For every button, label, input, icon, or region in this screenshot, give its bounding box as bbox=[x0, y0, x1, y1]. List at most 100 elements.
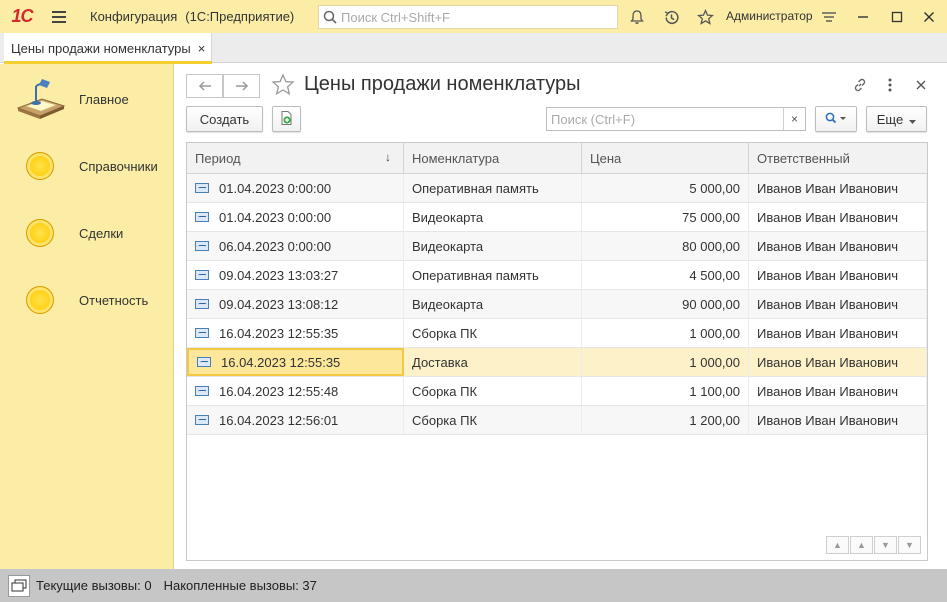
table-row[interactable]: 16.04.2023 12:55:48 Сборка ПК 1 100,00 Иван… bbox=[187, 377, 927, 406]
link-icon[interactable] bbox=[849, 74, 871, 96]
add-to-favorites-icon[interactable] bbox=[271, 73, 295, 103]
scroll-down-icon[interactable]: ▼ bbox=[874, 536, 897, 554]
form-close-icon[interactable] bbox=[910, 74, 932, 96]
section-catalogs[interactable]: Справочники bbox=[0, 141, 174, 191]
prices-table[interactable]: Период ↓ Номенклатура Цена Ответственный… bbox=[186, 142, 928, 561]
cell-period[interactable]: 01.04.2023 0:00:00 bbox=[187, 203, 404, 231]
scroll-to-top-icon[interactable]: ▲ bbox=[826, 536, 849, 554]
cell-item[interactable]: Доставка bbox=[404, 348, 582, 376]
record-icon bbox=[195, 241, 209, 251]
cell-price[interactable]: 4 500,00 bbox=[582, 261, 749, 289]
cell-item[interactable]: Сборка ПК bbox=[404, 319, 582, 347]
cell-price[interactable]: 1 000,00 bbox=[582, 319, 749, 347]
settings-icon[interactable] bbox=[818, 6, 840, 28]
cell-item[interactable]: Сборка ПК bbox=[404, 406, 582, 434]
table-row[interactable]: 16.04.2023 12:55:35 Сборка ПК 1 000,00 Иван… bbox=[187, 319, 927, 348]
create-button[interactable]: Создать bbox=[186, 106, 263, 132]
user-name[interactable]: Администратор bbox=[726, 9, 813, 23]
calls-monitor-icon[interactable] bbox=[8, 574, 30, 597]
maximize-icon[interactable] bbox=[886, 6, 908, 28]
cell-text: 80 000,00 bbox=[682, 238, 740, 254]
tab-close-icon[interactable]: × bbox=[198, 41, 206, 56]
bell-icon[interactable] bbox=[626, 6, 648, 28]
record-icon bbox=[195, 328, 209, 338]
table-row[interactable]: 09.04.2023 13:03:27 Оперативная память 4 5… bbox=[187, 261, 927, 290]
cell-item[interactable]: Видеокарта bbox=[404, 203, 582, 231]
column-header-price[interactable]: Цена bbox=[582, 143, 749, 174]
cell-responsible[interactable]: Иванов Иван Иванович bbox=[749, 406, 927, 434]
scroll-up-icon[interactable]: ▲ bbox=[850, 536, 873, 554]
cell-period[interactable]: 09.04.2023 13:08:12 bbox=[187, 290, 404, 318]
cell-period[interactable]: 16.04.2023 12:55:35 bbox=[187, 348, 404, 376]
cell-item[interactable]: Сборка ПК bbox=[404, 377, 582, 405]
cell-text: Видеокарта bbox=[412, 238, 484, 254]
current-calls: Текущие вызовы: 0 bbox=[36, 578, 152, 593]
copy-button[interactable] bbox=[272, 106, 301, 132]
table-row[interactable]: 16.04.2023 12:55:35 Доставка 1 000,00 Ивано… bbox=[187, 348, 927, 377]
cell-responsible[interactable]: Иванов Иван Иванович bbox=[749, 232, 927, 260]
cell-item[interactable]: Видеокарта bbox=[404, 290, 582, 318]
global-search[interactable] bbox=[318, 5, 618, 29]
cell-responsible[interactable]: Иванов Иван Иванович bbox=[749, 174, 927, 202]
cell-text: 1 000,00 bbox=[689, 354, 740, 370]
record-icon bbox=[195, 299, 209, 309]
cell-period[interactable]: 06.04.2023 0:00:00 bbox=[187, 232, 404, 260]
cell-responsible[interactable]: Иванов Иван Иванович bbox=[749, 261, 927, 289]
column-header-responsible[interactable]: Ответственный bbox=[749, 143, 927, 174]
cell-price[interactable]: 80 000,00 bbox=[582, 232, 749, 260]
minimize-icon[interactable] bbox=[852, 6, 874, 28]
cell-item[interactable]: Оперативная память bbox=[404, 174, 582, 202]
cell-responsible[interactable]: Иванов Иван Иванович bbox=[749, 203, 927, 231]
history-icon[interactable] bbox=[660, 6, 682, 28]
table-row[interactable]: 01.04.2023 0:00:00 Оперативная память 5 00… bbox=[187, 174, 927, 203]
table-row[interactable]: 06.04.2023 0:00:00 Видеокарта 80 000,00 Ива… bbox=[187, 232, 927, 261]
cell-period[interactable]: 09.04.2023 13:03:27 bbox=[187, 261, 404, 289]
cell-price[interactable]: 90 000,00 bbox=[582, 290, 749, 318]
cell-price[interactable]: 5 000,00 bbox=[582, 174, 749, 202]
column-header-period[interactable]: Период ↓ bbox=[187, 143, 404, 174]
column-header-item[interactable]: Номенклатура bbox=[404, 143, 582, 174]
forward-button[interactable] bbox=[223, 74, 260, 98]
scroll-to-bottom-icon[interactable]: ▼ bbox=[898, 536, 921, 554]
more-button[interactable]: Еще bbox=[866, 106, 927, 132]
table-row[interactable]: 01.04.2023 0:00:00 Видеокарта 75 000,00 Ива… bbox=[187, 203, 927, 232]
table-row[interactable]: 16.04.2023 12:56:01 Сборка ПК 1 200,00 Иван… bbox=[187, 406, 927, 435]
cell-period[interactable]: 16.04.2023 12:55:35 bbox=[187, 319, 404, 347]
cell-text: Оперативная память bbox=[412, 180, 539, 196]
cell-item[interactable]: Видеокарта bbox=[404, 232, 582, 260]
favorites-star-icon[interactable] bbox=[694, 6, 716, 28]
cell-price[interactable]: 75 000,00 bbox=[582, 203, 749, 231]
1c-logo[interactable]: 1С bbox=[0, 0, 44, 33]
cell-responsible[interactable]: Иванов Иван Иванович bbox=[749, 290, 927, 318]
cell-price[interactable]: 1 200,00 bbox=[582, 406, 749, 434]
list-search-input[interactable] bbox=[547, 111, 783, 127]
cell-responsible[interactable]: Иванов Иван Иванович bbox=[749, 377, 927, 405]
cell-responsible[interactable]: Иванов Иван Иванович bbox=[749, 348, 927, 376]
more-vertical-icon[interactable] bbox=[879, 74, 901, 96]
cell-price[interactable]: 1 100,00 bbox=[582, 377, 749, 405]
back-button[interactable] bbox=[186, 74, 223, 98]
global-search-input[interactable] bbox=[341, 9, 611, 25]
status-bar: Текущие вызовы: 0 Накопленные вызовы: 37 bbox=[0, 569, 947, 602]
search-clear-icon[interactable]: × bbox=[783, 108, 805, 130]
search-options-button[interactable] bbox=[815, 106, 857, 132]
cell-text: Иванов Иван Иванович bbox=[757, 325, 899, 341]
tab-prices[interactable]: Цены продажи номенклатуры × bbox=[4, 33, 212, 64]
cell-period[interactable]: 01.04.2023 0:00:00 bbox=[187, 174, 404, 202]
cell-period[interactable]: 16.04.2023 12:56:01 bbox=[187, 406, 404, 434]
cell-period[interactable]: 16.04.2023 12:55:48 bbox=[187, 377, 404, 405]
cell-text: Доставка bbox=[412, 354, 468, 370]
cell-text: Иванов Иван Иванович bbox=[757, 383, 899, 399]
cell-text: 1 000,00 bbox=[689, 325, 740, 341]
cell-responsible[interactable]: Иванов Иван Иванович bbox=[749, 319, 927, 347]
section-deals[interactable]: Сделки bbox=[0, 208, 174, 258]
cell-item[interactable]: Оперативная память bbox=[404, 261, 582, 289]
table-row[interactable]: 09.04.2023 13:08:12 Видеокарта 90 000,00 Ив… bbox=[187, 290, 927, 319]
list-search[interactable]: × bbox=[546, 107, 806, 131]
close-icon[interactable] bbox=[918, 6, 940, 28]
section-main[interactable]: Главное bbox=[0, 74, 174, 124]
main-menu-icon[interactable] bbox=[44, 0, 74, 33]
cell-price[interactable]: 1 000,00 bbox=[582, 348, 749, 376]
cell-text: 90 000,00 bbox=[682, 296, 740, 312]
section-reports[interactable]: Отчетность bbox=[0, 275, 174, 325]
